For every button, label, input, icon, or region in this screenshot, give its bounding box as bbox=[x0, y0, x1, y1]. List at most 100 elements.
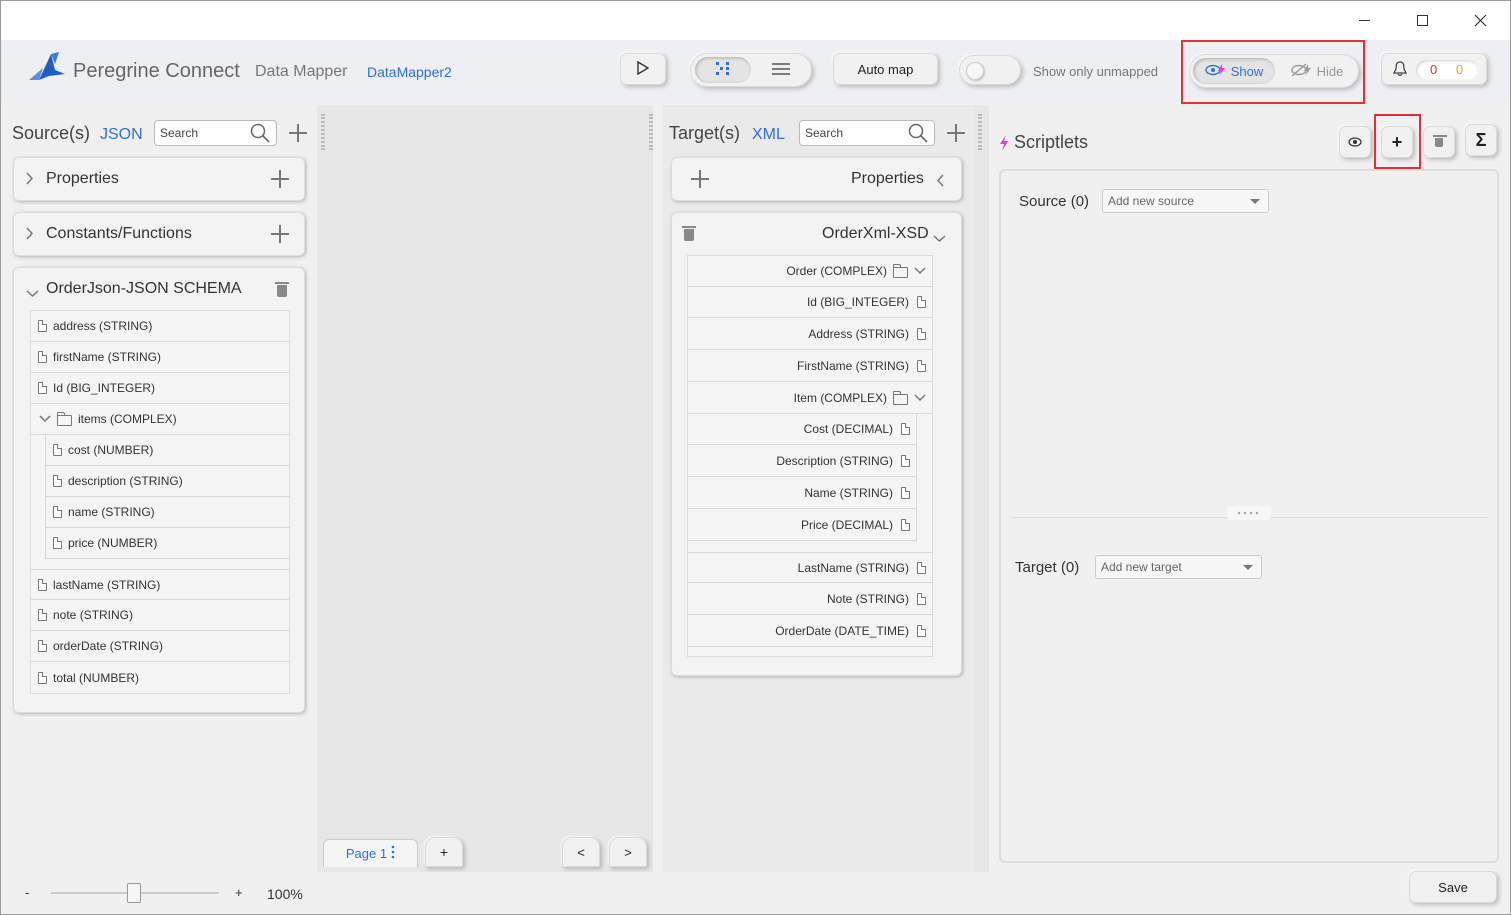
product-name: Data Mapper bbox=[255, 63, 348, 80]
target-field-row[interactable]: FirstName (STRING) bbox=[688, 351, 932, 382]
target-tree: Order (COMPLEX) Id (BIG_INTEGER) Address… bbox=[687, 255, 933, 657]
tree-view-button[interactable] bbox=[695, 57, 751, 83]
target-field-row[interactable]: Address (STRING) bbox=[688, 319, 932, 350]
add-target-icon[interactable] bbox=[946, 123, 966, 143]
chevron-down-icon[interactable] bbox=[933, 230, 946, 248]
target-search-input[interactable]: Search bbox=[799, 120, 935, 146]
target-field-row[interactable]: Description (STRING) bbox=[688, 446, 916, 477]
trash-icon bbox=[1433, 134, 1447, 150]
zoom-slider-thumb[interactable] bbox=[127, 883, 141, 903]
search-icon bbox=[250, 123, 270, 146]
target-type: XML bbox=[752, 126, 785, 143]
scriptlets-title: Scriptlets bbox=[1014, 132, 1089, 152]
scriptlet-resize-handle[interactable] bbox=[978, 114, 982, 150]
page-tab[interactable]: Page 1 bbox=[323, 839, 418, 867]
source-complex-row[interactable]: items (COMPLEX) bbox=[31, 404, 289, 435]
source-schema-title: OrderJson-JSON SCHEMA bbox=[46, 280, 242, 297]
error-count: 0 bbox=[1430, 62, 1438, 77]
source-field-row[interactable]: orderDate (STRING) bbox=[31, 631, 289, 662]
auto-map-button[interactable]: Auto map bbox=[833, 53, 938, 85]
add-target-select[interactable]: Add new target bbox=[1095, 555, 1262, 579]
source-field-row[interactable]: Id (BIG_INTEGER) bbox=[31, 373, 289, 404]
view-toggle bbox=[690, 53, 812, 87]
target-field-row[interactable]: OrderDate (DATE_TIME) bbox=[688, 616, 932, 647]
source-field-row[interactable]: cost (NUMBER) bbox=[46, 435, 290, 466]
add-page-button[interactable]: + bbox=[425, 837, 463, 867]
target-field-row[interactable]: Cost (DECIMAL) bbox=[688, 414, 916, 445]
target-field-row[interactable]: Note (STRING) bbox=[688, 584, 932, 615]
splitter-handle[interactable] bbox=[1227, 506, 1271, 520]
save-button[interactable]: Save bbox=[1409, 871, 1497, 903]
target-field-row[interactable]: LastName (STRING) bbox=[688, 552, 932, 583]
source-properties-section[interactable]: Properties bbox=[13, 157, 305, 201]
zoom-out-button[interactable]: - bbox=[25, 885, 29, 900]
trash-icon[interactable] bbox=[275, 282, 289, 302]
trash-icon[interactable] bbox=[682, 226, 696, 246]
zoom-level: 100% bbox=[267, 886, 303, 902]
maximize-icon[interactable] bbox=[1407, 9, 1437, 31]
target-resize-handle[interactable] bbox=[649, 114, 653, 150]
preview-scriptlet-button[interactable] bbox=[1339, 126, 1371, 158]
mapping-canvas[interactable] bbox=[317, 105, 653, 872]
bolt-icon bbox=[999, 135, 1009, 156]
zoom-in-button[interactable]: + bbox=[235, 885, 243, 900]
source-field-row[interactable]: description (STRING) bbox=[46, 466, 290, 497]
chevron-down-icon[interactable] bbox=[914, 391, 926, 405]
add-property-icon[interactable] bbox=[690, 169, 710, 189]
chevron-down-icon[interactable] bbox=[914, 264, 926, 278]
function-button[interactable]: Σ bbox=[1465, 124, 1497, 156]
chevron-down-icon[interactable] bbox=[26, 285, 39, 303]
show-only-unmapped-label: Show only unmapped bbox=[1033, 64, 1159, 79]
source-field-row[interactable]: name (STRING) bbox=[46, 497, 290, 528]
list-view-button[interactable] bbox=[753, 57, 809, 83]
add-source-select[interactable]: Add new source bbox=[1102, 189, 1269, 213]
source-field-row[interactable]: price (NUMBER) bbox=[46, 528, 290, 559]
title-bar bbox=[1, 1, 1510, 40]
source-search-input[interactable]: Search bbox=[154, 120, 277, 146]
run-button[interactable] bbox=[620, 53, 666, 85]
constants-functions-section[interactable]: Constants/Functions bbox=[13, 212, 305, 256]
bell-icon bbox=[1392, 61, 1408, 82]
source-type: JSON bbox=[100, 126, 143, 143]
search-icon bbox=[908, 123, 928, 146]
target-properties-section[interactable]: Properties bbox=[671, 157, 962, 201]
minimize-icon[interactable] bbox=[1349, 9, 1379, 31]
kebab-menu-icon[interactable] bbox=[391, 845, 395, 862]
target-field-row[interactable]: Name (STRING) bbox=[688, 478, 916, 509]
source-field-row[interactable]: note (STRING) bbox=[31, 600, 289, 631]
items-children: cost (NUMBER) description (STRING) name … bbox=[45, 435, 290, 559]
target-schema-title: OrderXml-XSD bbox=[822, 225, 929, 242]
show-only-unmapped-toggle[interactable] bbox=[959, 55, 1021, 85]
source-field-row[interactable]: firstName (STRING) bbox=[31, 342, 289, 373]
eye-icon bbox=[1348, 135, 1362, 150]
source-field-row[interactable]: lastName (STRING) bbox=[31, 569, 289, 600]
next-page-button[interactable]: > bbox=[609, 837, 647, 867]
scriptlet-source-label: Source (0) bbox=[1019, 193, 1090, 210]
prev-page-button[interactable]: < bbox=[562, 837, 600, 867]
add-constant-icon[interactable] bbox=[270, 224, 290, 244]
source-search-placeholder: Search bbox=[160, 126, 199, 140]
target-complex-row[interactable]: Item (COMPLEX) bbox=[688, 383, 932, 414]
highlight-box-add-scriptlet bbox=[1374, 114, 1421, 169]
chevron-left-icon bbox=[936, 174, 944, 192]
source-resize-handle[interactable] bbox=[321, 114, 325, 150]
delete-scriptlet-button[interactable] bbox=[1423, 126, 1455, 158]
toggle-knob bbox=[966, 62, 984, 80]
highlight-box-show-hide bbox=[1181, 40, 1365, 104]
close-icon[interactable] bbox=[1465, 9, 1495, 31]
chevron-down-icon[interactable] bbox=[39, 412, 51, 426]
source-schema-card: OrderJson-JSON SCHEMA address (STRING) f… bbox=[13, 267, 305, 713]
target-field-row[interactable]: Id (BIG_INTEGER) bbox=[688, 287, 932, 318]
panel-gutter bbox=[975, 105, 989, 872]
source-field-row[interactable]: address (STRING) bbox=[31, 311, 289, 342]
target-field-row[interactable]: Price (DECIMAL) bbox=[688, 510, 916, 541]
add-source-icon[interactable] bbox=[288, 123, 308, 143]
caret-down-icon bbox=[1250, 199, 1260, 204]
document-name[interactable]: DataMapper2 bbox=[367, 64, 452, 80]
item-children: Cost (DECIMAL) Description (STRING) Name… bbox=[688, 414, 917, 542]
add-property-icon[interactable] bbox=[270, 169, 290, 189]
notifications-button[interactable]: 0 0 bbox=[1381, 53, 1487, 85]
target-complex-row[interactable]: Order (COMPLEX) bbox=[688, 256, 932, 287]
source-tree: address (STRING) firstName (STRING) Id (… bbox=[30, 310, 290, 694]
source-field-row[interactable]: total (NUMBER) bbox=[31, 662, 289, 693]
